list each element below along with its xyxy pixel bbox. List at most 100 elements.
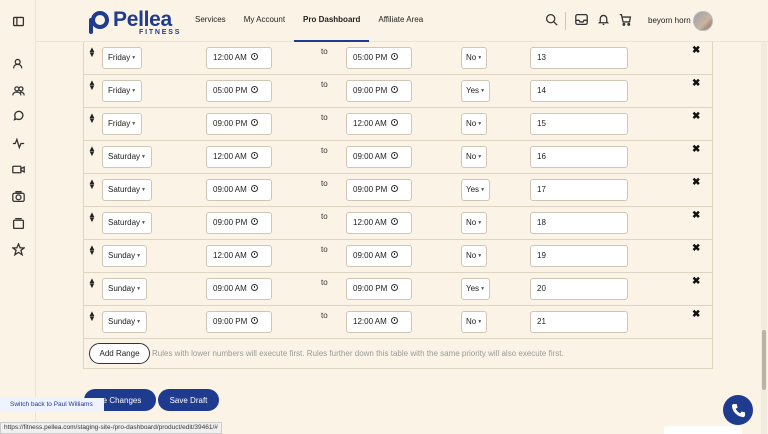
day-select[interactable]: Saturday▼ [102, 146, 152, 168]
end-time-input[interactable]: 09:00 AM [346, 146, 412, 168]
priority-input[interactable]: 16 [530, 146, 628, 168]
drag-handle-icon[interactable]: ▲ ▼ [88, 310, 96, 323]
priority-input[interactable]: 14 [530, 80, 628, 102]
status-bar-url: https://fitness.pellea.com/staging-site-… [0, 422, 222, 434]
sidebar-toggle-icon[interactable] [10, 13, 26, 29]
star-icon[interactable] [10, 241, 26, 257]
search-icon[interactable] [545, 13, 559, 27]
start-time-input[interactable]: 09:00 AM [206, 278, 272, 300]
end-time-input[interactable]: 12:00 AM [346, 311, 412, 333]
cards-icon[interactable] [10, 215, 26, 231]
end-time-input[interactable]: 09:00 PM [346, 278, 412, 300]
flag-select[interactable]: No▼ [461, 245, 488, 267]
cart-icon[interactable] [619, 13, 633, 27]
delete-row-icon[interactable]: ✖ [692, 276, 700, 287]
delete-row-icon[interactable]: ✖ [692, 243, 700, 254]
end-time-input[interactable]: 12:00 AM [346, 113, 412, 135]
drag-handle-icon[interactable]: ▲ ▼ [88, 79, 96, 92]
inbox-icon[interactable] [575, 13, 589, 27]
caret-down-icon: ▼ [477, 121, 483, 127]
drag-handle-icon[interactable]: ▲ ▼ [88, 178, 96, 191]
end-time-value: 09:00 AM [353, 251, 387, 260]
activity-icon[interactable] [10, 135, 26, 151]
save-draft-button[interactable]: Save Draft [158, 389, 219, 411]
delete-row-icon[interactable]: ✖ [692, 210, 700, 221]
start-time-input[interactable]: 09:00 PM [206, 113, 272, 135]
pellea-logo[interactable]: Pellea FITNESS [84, 9, 181, 36]
end-time-input[interactable]: 05:00 PM [346, 47, 412, 69]
drag-handle-icon[interactable]: ▲ ▼ [88, 145, 96, 158]
scrollbar-thumb[interactable] [762, 330, 766, 390]
header-divider [565, 12, 566, 30]
day-value: Saturday [108, 218, 141, 228]
switch-back-link[interactable]: Switch back to Paul Williams [0, 398, 104, 412]
bell-icon[interactable] [597, 13, 611, 27]
caret-down-icon: ▼ [136, 253, 142, 259]
start-time-input[interactable]: 12:00 AM [206, 146, 272, 168]
day-value: Friday [108, 119, 131, 129]
drag-handle-icon[interactable]: ▲ ▼ [88, 277, 96, 290]
drag-handle-icon[interactable]: ▲ ▼ [88, 112, 96, 125]
priority-input[interactable]: 13 [530, 47, 628, 69]
delete-row-icon[interactable]: ✖ [692, 78, 700, 89]
user-icon[interactable] [10, 55, 26, 71]
chat-icon[interactable] [10, 108, 26, 124]
user-name[interactable]: beyorn horn [648, 16, 691, 25]
priority-input[interactable]: 15 [530, 113, 628, 135]
nav-my-account[interactable]: My Account [235, 0, 294, 42]
end-time-input[interactable]: 12:00 AM [346, 212, 412, 234]
flag-select[interactable]: No▼ [461, 146, 488, 168]
day-select[interactable]: Sunday▼ [102, 278, 148, 300]
flag-select[interactable]: Yes▼ [461, 80, 491, 102]
avatar[interactable] [693, 11, 713, 31]
day-select[interactable]: Saturday▼ [102, 179, 152, 201]
flag-select[interactable]: No▼ [461, 212, 488, 234]
day-select[interactable]: Sunday▼ [102, 245, 148, 267]
delete-row-icon[interactable]: ✖ [692, 144, 700, 155]
end-time-value: 05:00 PM [353, 53, 388, 62]
call-button[interactable] [723, 395, 753, 425]
flag-value: Yes [466, 185, 480, 195]
delete-row-icon[interactable]: ✖ [692, 177, 700, 188]
day-select[interactable]: Sunday▼ [102, 311, 148, 333]
nav-pro-dashboard[interactable]: Pro Dashboard [294, 0, 370, 42]
end-time-input[interactable]: 09:00 PM [346, 80, 412, 102]
users-icon[interactable] [10, 82, 26, 98]
drag-handle-icon[interactable]: ▲ ▼ [88, 46, 96, 59]
flag-select[interactable]: No▼ [461, 113, 488, 135]
priority-input[interactable]: 18 [530, 212, 628, 234]
day-select[interactable]: Friday▼ [102, 47, 143, 69]
drag-handle-icon[interactable]: ▲ ▼ [88, 211, 96, 224]
nav-services[interactable]: Services [186, 0, 235, 42]
delete-row-icon[interactable]: ✖ [692, 111, 700, 122]
end-time-input[interactable]: 09:00 AM [346, 245, 412, 267]
camera-icon[interactable] [10, 188, 26, 204]
flag-select[interactable]: No▼ [461, 311, 488, 333]
start-time-input[interactable]: 09:00 AM [206, 179, 272, 201]
day-select[interactable]: Friday▼ [102, 80, 143, 102]
video-icon[interactable] [10, 161, 26, 177]
priority-input[interactable]: 21 [530, 311, 628, 333]
priority-input[interactable]: 17 [530, 179, 628, 201]
delete-row-icon[interactable]: ✖ [692, 45, 700, 56]
day-select[interactable]: Friday▼ [102, 113, 143, 135]
drag-handle-icon[interactable]: ▲ ▼ [88, 244, 96, 257]
start-time-input[interactable]: 12:00 AM [206, 47, 272, 69]
start-time-input[interactable]: 09:00 PM [206, 311, 272, 333]
start-time-input[interactable]: 12:00 AM [206, 245, 272, 267]
delete-row-icon[interactable]: ✖ [692, 309, 700, 320]
start-time-input[interactable]: 05:00 PM [206, 80, 272, 102]
start-time-input[interactable]: 09:00 PM [206, 212, 272, 234]
add-range-button[interactable]: Add Range [89, 343, 150, 364]
nav-affiliate-area[interactable]: Affiliate Area [369, 0, 432, 42]
end-time-input[interactable]: 09:00 PM [346, 179, 412, 201]
flag-select[interactable]: Yes▼ [461, 179, 491, 201]
day-select[interactable]: Saturday▼ [102, 212, 152, 234]
priority-input[interactable]: 20 [530, 278, 628, 300]
clock-icon [390, 218, 398, 226]
logo-subtitle: FITNESS [139, 29, 182, 36]
flag-select[interactable]: No▼ [461, 47, 488, 69]
priority-input[interactable]: 19 [530, 245, 628, 267]
flag-select[interactable]: Yes▼ [461, 278, 491, 300]
clock-icon [251, 317, 259, 325]
